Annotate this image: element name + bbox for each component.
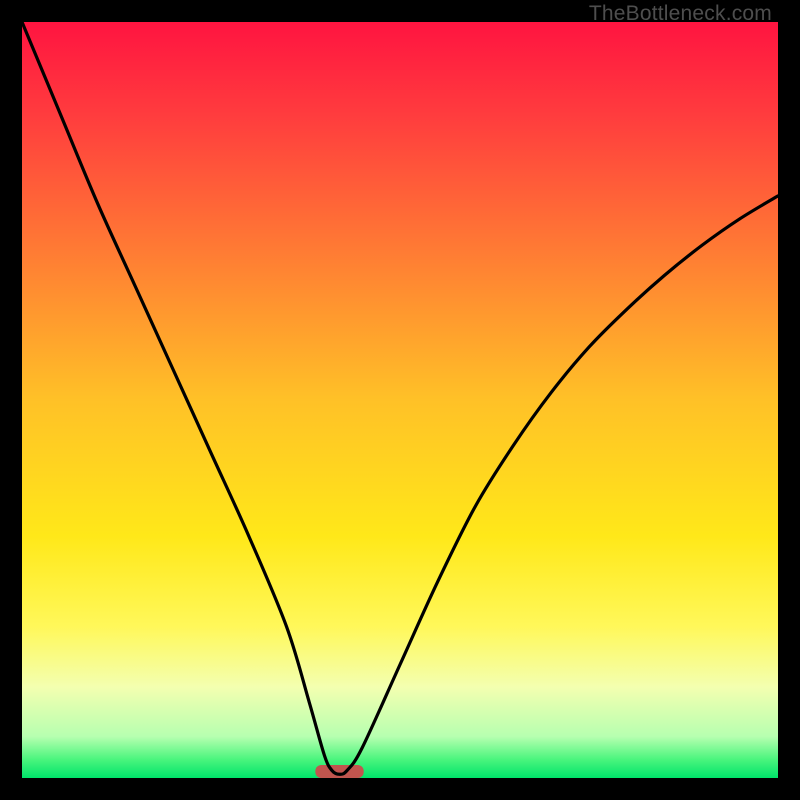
chart-frame: TheBottleneck.com — [0, 0, 800, 800]
plot-area — [22, 22, 778, 778]
optimal-marker — [315, 765, 363, 778]
bottleneck-chart — [22, 22, 778, 778]
